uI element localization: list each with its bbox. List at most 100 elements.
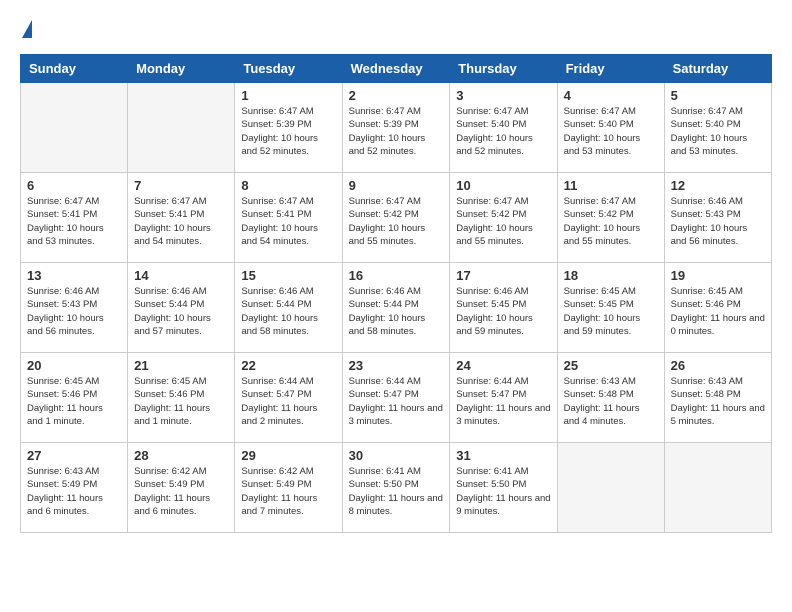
calendar-cell: 26 Sunrise: 6:43 AMSunset: 5:48 PMDayligh… (664, 353, 771, 443)
day-info: Sunrise: 6:46 AMSunset: 5:45 PMDaylight:… (456, 285, 550, 338)
day-number: 1 (241, 88, 335, 103)
day-info: Sunrise: 6:47 AMSunset: 5:41 PMDaylight:… (241, 195, 335, 248)
calendar-cell (128, 83, 235, 173)
calendar-week-row: 20 Sunrise: 6:45 AMSunset: 5:46 PMDayligh… (21, 353, 772, 443)
weekday-header-tuesday: Tuesday (235, 55, 342, 83)
calendar-week-row: 1 Sunrise: 6:47 AMSunset: 5:39 PMDaylight… (21, 83, 772, 173)
calendar-week-row: 27 Sunrise: 6:43 AMSunset: 5:49 PMDayligh… (21, 443, 772, 533)
calendar-table: SundayMondayTuesdayWednesdayThursdayFrid… (20, 54, 772, 533)
day-info: Sunrise: 6:43 AMSunset: 5:48 PMDaylight:… (671, 375, 765, 428)
calendar-cell: 23Sunrise: 6:44 AMSunset: 5:47 PMDayligh… (342, 353, 450, 443)
day-info: Sunrise: 6:45 AMSunset: 5:46 PMDaylight:… (134, 375, 228, 428)
day-info: Sunrise: 6:45 AMSunset: 5:45 PMDaylight:… (564, 285, 658, 338)
day-number: 21 (134, 358, 228, 373)
calendar-cell (664, 443, 771, 533)
day-info: Sunrise: 6:47 AMSunset: 5:40 PMDaylight:… (564, 105, 658, 158)
calendar-cell (21, 83, 128, 173)
day-number: 22 (241, 358, 335, 373)
weekday-header-friday: Friday (557, 55, 664, 83)
weekday-header-monday: Monday (128, 55, 235, 83)
day-info: Sunrise: 6:47 AMSunset: 5:40 PMDaylight:… (671, 105, 765, 158)
day-info: Sunrise: 6:47 AMSunset: 5:41 PMDaylight:… (27, 195, 121, 248)
calendar-cell: 27 Sunrise: 6:43 AMSunset: 5:49 PMDayligh… (21, 443, 128, 533)
day-number: 26 (671, 358, 765, 373)
day-number: 18 (564, 268, 658, 283)
calendar-cell: 8 Sunrise: 6:47 AMSunset: 5:41 PMDaylight… (235, 173, 342, 263)
calendar-cell: 5 Sunrise: 6:47 AMSunset: 5:40 PMDaylight… (664, 83, 771, 173)
day-number: 16 (349, 268, 444, 283)
calendar-cell: 6Sunrise: 6:47 AMSunset: 5:41 PMDaylight… (21, 173, 128, 263)
day-number: 14 (134, 268, 228, 283)
day-number: 12 (671, 178, 765, 193)
calendar-cell: 9 Sunrise: 6:47 AMSunset: 5:42 PMDaylight… (342, 173, 450, 263)
weekday-header-wednesday: Wednesday (342, 55, 450, 83)
calendar-cell: 11Sunrise: 6:47 AMSunset: 5:42 PMDayligh… (557, 173, 664, 263)
calendar-cell: 10 Sunrise: 6:47 AMSunset: 5:42 PMDayligh… (450, 173, 557, 263)
day-number: 7 (134, 178, 228, 193)
day-number: 9 (349, 178, 444, 193)
day-number: 8 (241, 178, 335, 193)
calendar-week-row: 6Sunrise: 6:47 AMSunset: 5:41 PMDaylight… (21, 173, 772, 263)
calendar-cell: 15 Sunrise: 6:46 AMSunset: 5:44 PMDayligh… (235, 263, 342, 353)
calendar-week-row: 13Sunrise: 6:46 AMSunset: 5:43 PMDayligh… (21, 263, 772, 353)
calendar-cell: 2Sunrise: 6:47 AMSunset: 5:39 PMDaylight… (342, 83, 450, 173)
calendar-cell: 7 Sunrise: 6:47 AMSunset: 5:41 PMDaylight… (128, 173, 235, 263)
logo-triangle-icon (22, 20, 32, 38)
calendar-cell (557, 443, 664, 533)
day-number: 5 (671, 88, 765, 103)
day-number: 4 (564, 88, 658, 103)
calendar-cell: 17 Sunrise: 6:46 AMSunset: 5:45 PMDayligh… (450, 263, 557, 353)
day-info: Sunrise: 6:45 AMSunset: 5:46 PMDaylight:… (27, 375, 121, 428)
day-number: 27 (27, 448, 121, 463)
day-number: 30 (349, 448, 444, 463)
weekday-header-thursday: Thursday (450, 55, 557, 83)
calendar-header-row: SundayMondayTuesdayWednesdayThursdayFrid… (21, 55, 772, 83)
day-number: 24 (456, 358, 550, 373)
calendar-cell: 1Sunrise: 6:47 AMSunset: 5:39 PMDaylight… (235, 83, 342, 173)
day-number: 3 (456, 88, 550, 103)
day-number: 17 (456, 268, 550, 283)
calendar-cell: 19 Sunrise: 6:45 AMSunset: 5:46 PMDayligh… (664, 263, 771, 353)
calendar-cell: 22 Sunrise: 6:44 AMSunset: 5:47 PMDayligh… (235, 353, 342, 443)
calendar-cell: 13Sunrise: 6:46 AMSunset: 5:43 PMDayligh… (21, 263, 128, 353)
day-info: Sunrise: 6:44 AMSunset: 5:47 PMDaylight:… (456, 375, 550, 428)
calendar-cell: 30Sunrise: 6:41 AMSunset: 5:50 PMDayligh… (342, 443, 450, 533)
day-info: Sunrise: 6:47 AMSunset: 5:42 PMDaylight:… (456, 195, 550, 248)
day-info: Sunrise: 6:47 AMSunset: 5:39 PMDaylight:… (349, 105, 444, 158)
day-info: Sunrise: 6:43 AMSunset: 5:48 PMDaylight:… (564, 375, 658, 428)
page-header (20, 20, 772, 38)
weekday-header-saturday: Saturday (664, 55, 771, 83)
day-info: Sunrise: 6:46 AMSunset: 5:44 PMDaylight:… (241, 285, 335, 338)
day-number: 31 (456, 448, 550, 463)
day-info: Sunrise: 6:44 AMSunset: 5:47 PMDaylight:… (241, 375, 335, 428)
day-info: Sunrise: 6:45 AMSunset: 5:46 PMDaylight:… (671, 285, 765, 338)
day-info: Sunrise: 6:46 AMSunset: 5:43 PMDaylight:… (671, 195, 765, 248)
day-number: 15 (241, 268, 335, 283)
calendar-cell: 24 Sunrise: 6:44 AMSunset: 5:47 PMDayligh… (450, 353, 557, 443)
day-number: 25 (564, 358, 658, 373)
day-info: Sunrise: 6:46 AMSunset: 5:44 PMDaylight:… (349, 285, 444, 338)
day-number: 23 (349, 358, 444, 373)
calendar-cell: 29 Sunrise: 6:42 AMSunset: 5:49 PMDayligh… (235, 443, 342, 533)
day-number: 20 (27, 358, 121, 373)
calendar-cell: 16 Sunrise: 6:46 AMSunset: 5:44 PMDayligh… (342, 263, 450, 353)
day-info: Sunrise: 6:47 AMSunset: 5:41 PMDaylight:… (134, 195, 228, 248)
day-number: 19 (671, 268, 765, 283)
day-info: Sunrise: 6:42 AMSunset: 5:49 PMDaylight:… (241, 465, 335, 518)
weekday-header-sunday: Sunday (21, 55, 128, 83)
day-number: 29 (241, 448, 335, 463)
calendar-cell: 4 Sunrise: 6:47 AMSunset: 5:40 PMDaylight… (557, 83, 664, 173)
day-info: Sunrise: 6:47 AMSunset: 5:42 PMDaylight:… (349, 195, 444, 248)
calendar-cell: 25 Sunrise: 6:43 AMSunset: 5:48 PMDayligh… (557, 353, 664, 443)
calendar-cell: 14Sunrise: 6:46 AMSunset: 5:44 PMDayligh… (128, 263, 235, 353)
day-number: 11 (564, 178, 658, 193)
day-info: Sunrise: 6:47 AMSunset: 5:40 PMDaylight:… (456, 105, 550, 158)
day-number: 28 (134, 448, 228, 463)
calendar-cell: 12 Sunrise: 6:46 AMSunset: 5:43 PMDayligh… (664, 173, 771, 263)
calendar-cell: 31Sunrise: 6:41 AMSunset: 5:50 PMDayligh… (450, 443, 557, 533)
day-number: 10 (456, 178, 550, 193)
day-info: Sunrise: 6:46 AMSunset: 5:43 PMDaylight:… (27, 285, 121, 338)
calendar-cell: 18 Sunrise: 6:45 AMSunset: 5:45 PMDayligh… (557, 263, 664, 353)
calendar-cell: 28Sunrise: 6:42 AMSunset: 5:49 PMDayligh… (128, 443, 235, 533)
day-info: Sunrise: 6:43 AMSunset: 5:49 PMDaylight:… (27, 465, 121, 518)
